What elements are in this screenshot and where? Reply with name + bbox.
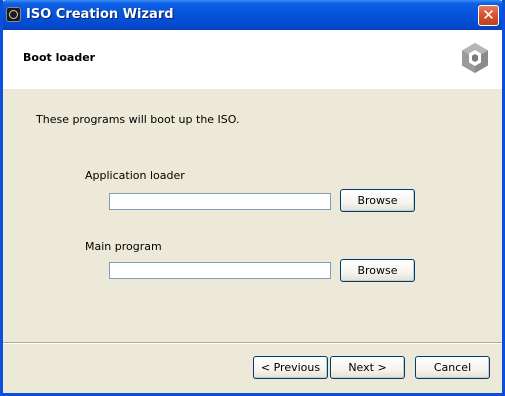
next-button[interactable]: Next > (330, 356, 405, 379)
wizard-window: ISO Creation Wizard ✕ Boot loader These … (0, 0, 505, 396)
wizard-header: Boot loader (3, 30, 502, 89)
title-bar[interactable]: ISO Creation Wizard ✕ (3, 0, 502, 30)
main-program-label: Main program (85, 240, 162, 253)
page-title: Boot loader (23, 51, 96, 64)
cancel-button[interactable]: Cancel (415, 356, 490, 379)
description-text: These programs will boot up the ISO. (36, 113, 240, 126)
window-title: ISO Creation Wizard (26, 7, 174, 22)
gamecube-logo-icon (462, 43, 488, 73)
close-button[interactable]: ✕ (478, 5, 499, 26)
footer-divider (3, 342, 502, 344)
main-program-input[interactable] (109, 262, 331, 279)
application-loader-label: Application loader (85, 169, 185, 182)
previous-button[interactable]: < Previous (253, 356, 328, 379)
browse-application-loader-button[interactable]: Browse (340, 189, 415, 212)
browse-main-program-button[interactable]: Browse (340, 259, 415, 282)
application-loader-input[interactable] (109, 193, 331, 210)
app-icon (6, 7, 21, 22)
header-divider (3, 88, 502, 89)
